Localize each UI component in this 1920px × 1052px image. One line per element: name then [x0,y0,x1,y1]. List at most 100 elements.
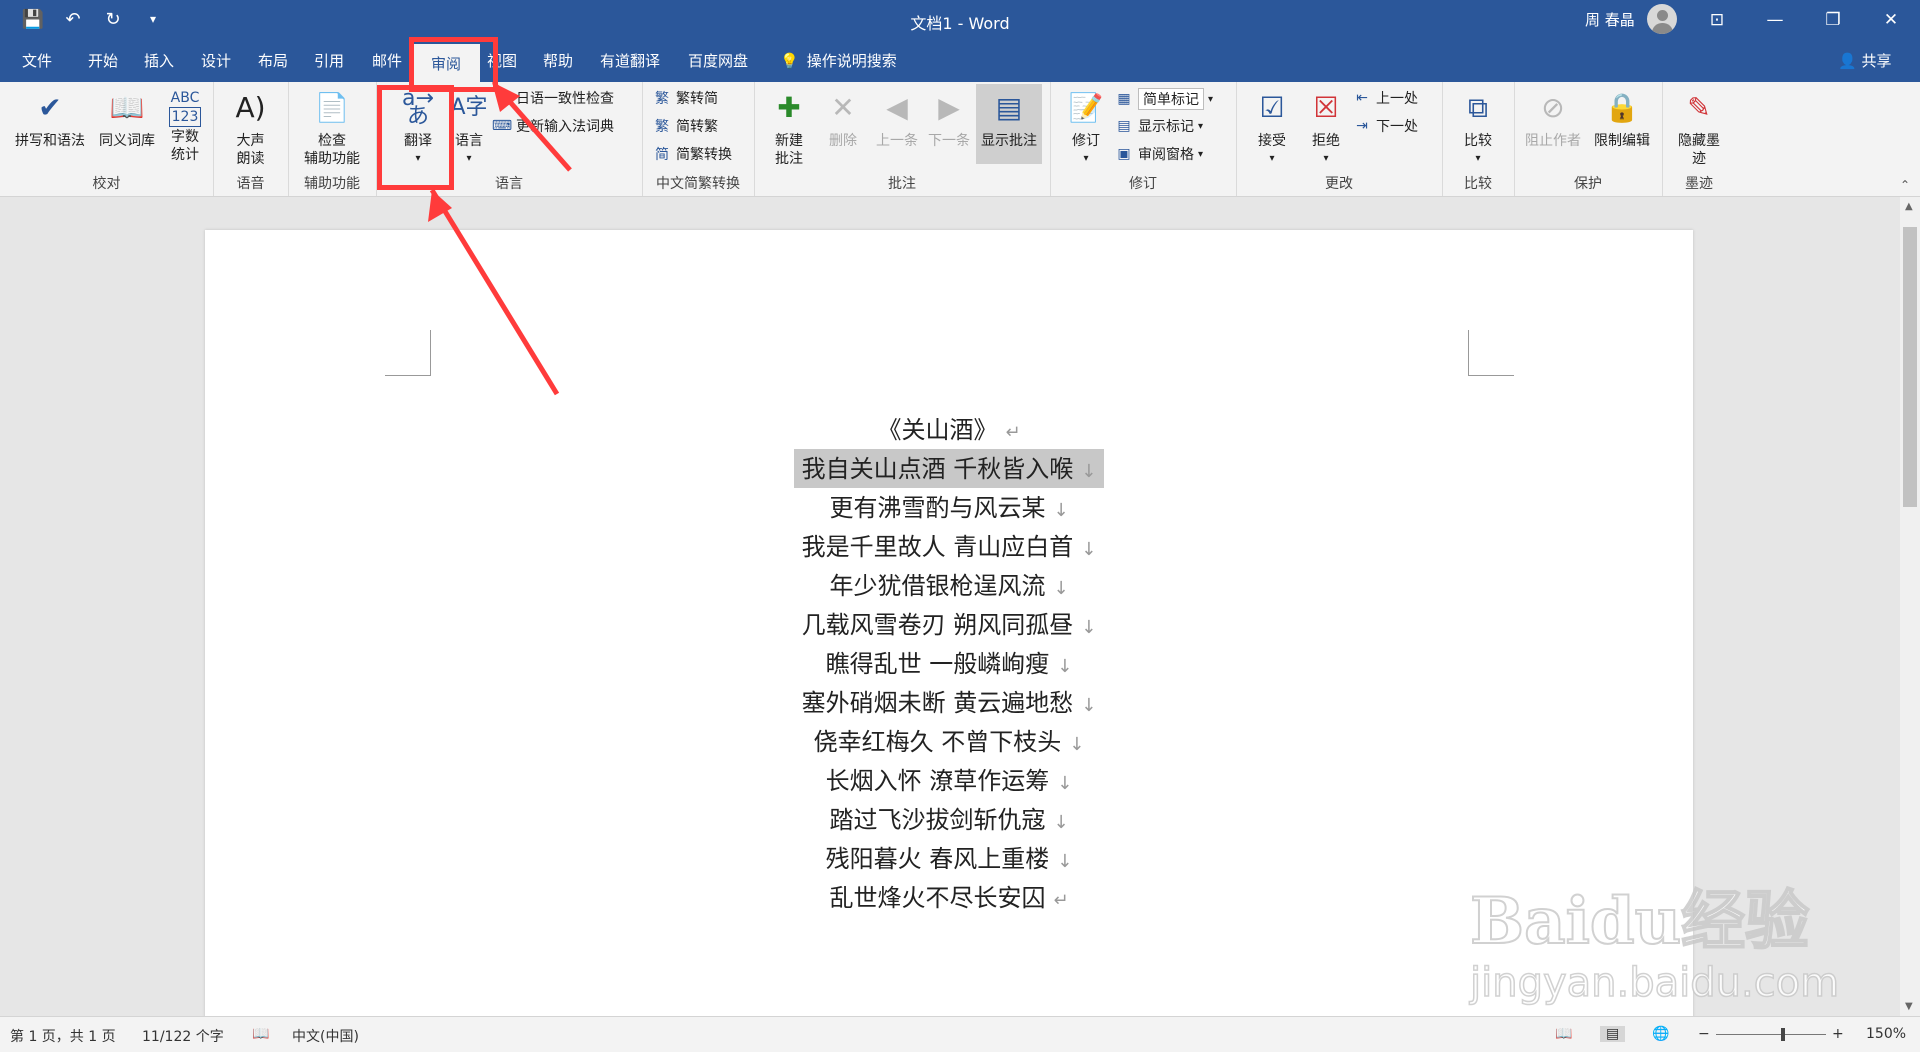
line-text: 更有沸雪酌与风云某 [829,494,1046,522]
print-layout-icon[interactable]: ▤ [1600,1026,1626,1042]
read-mode-icon[interactable]: 📖 [1555,1026,1572,1042]
ribbon-tabs: 文件 开始 插入 设计 布局 引用 邮件 审阅 视图 帮助 有道翻译 百度网盘 … [0,40,1920,82]
poem-line[interactable]: 长烟入怀 潦草作运筹 ↓ [205,761,1693,800]
line-break-mark: ↓ [1081,461,1097,482]
conversion-button[interactable]: 简 简繁转换 [652,144,732,164]
consistency-label: 日语一致性检查 [516,91,614,107]
next-label: 下一条 [928,133,970,149]
next-change-label: 下一处 [1376,119,1418,135]
new-comment-button[interactable]: ✚ 新建 批注 [764,88,814,168]
reviewing-pane-button[interactable]: ▣ 审阅窗格 ▾ [1114,144,1203,164]
poem-line[interactable]: 侥幸红梅久 不曾下枝头 ↓ [205,722,1693,761]
collapse-ribbon-icon[interactable]: ⌃ [1900,178,1910,192]
proofing-status-icon[interactable]: 📖 [252,1026,269,1042]
word-count-button[interactable]: ABC 123 字数 统计 [162,88,208,164]
hide-ink-button[interactable]: ✎ 隐藏墨 迹 [1668,88,1730,168]
poem-line[interactable]: 我自关山点酒 千秋皆入喉 ↓ [205,449,1693,488]
zoom-out-icon[interactable]: − [1698,1026,1710,1042]
tab-insert[interactable]: 插入 [144,50,174,71]
trad-to-simp-button[interactable]: 繁 繁转简 [652,88,718,108]
markup-select[interactable]: ▦ 简单标记 ▾ [1114,88,1213,110]
tab-layout[interactable]: 布局 [258,50,288,71]
tab-design[interactable]: 设计 [201,50,231,71]
previous-comment-button[interactable]: ◀ 上一条 [872,88,922,150]
block-authors-button[interactable]: ⊘ 阻止作者 [1520,88,1586,150]
thesaurus-button[interactable]: 📖 同义词库 [92,88,162,150]
avatar[interactable] [1647,4,1677,34]
zoom-level[interactable]: 150% [1866,1026,1906,1042]
window-controls: ⊡ — ❐ ✕ [1688,0,1920,40]
line-text: 塞外硝烟未断 黄云遍地愁 [801,689,1074,717]
delete-comment-icon: ✕ [831,91,855,124]
user-name[interactable]: 周 春晶 [1585,9,1635,30]
show-markup-button[interactable]: ▤ 显示标记 ▾ [1114,116,1203,136]
poem-line[interactable]: 塞外硝烟未断 黄云遍地愁 ↓ [205,683,1693,722]
zoom-slider[interactable] [1716,1028,1826,1041]
abc-123-icon: ABC 123 [165,88,205,128]
scroll-down-icon[interactable]: ▼ [1905,1001,1913,1012]
poem-line[interactable]: 瞧得乱世 一般嶙峋瘦 ↓ [205,644,1693,683]
previous-change-button[interactable]: ⇤ 上一处 [1352,88,1418,108]
update-ime-button[interactable]: ⌨ 更新输入法词典 [492,116,614,136]
compare-button[interactable]: ⧉ 比较 ▾ [1456,88,1500,168]
line-text: 乱世烽火不尽长安囚 [829,884,1046,912]
tab-mailings[interactable]: 邮件 [372,50,402,71]
next-comment-icon: ▶ [938,91,960,124]
tell-me-search[interactable]: 💡 操作说明搜索 [780,50,897,71]
line-break-mark: ↓ [1053,500,1069,521]
reviewing-pane-dropdown-icon: ▾ [1198,148,1204,160]
restore-icon[interactable]: ❐ [1804,0,1862,40]
group-label-compare: 比较 [1464,176,1492,192]
poem-body: 《关山酒》 ↵ 我自关山点酒 千秋皆入喉 ↓ 更有沸雪酌与风云某 ↓ 我是千里故人 青… [205,410,1693,917]
restrict-editing-button[interactable]: 🔒 限制编辑 [1588,88,1656,150]
next-change-button[interactable]: ⇥ 下一处 [1352,116,1418,136]
zoom-slider-thumb[interactable] [1781,1028,1785,1041]
tab-youdao[interactable]: 有道翻译 [600,50,660,71]
poem-line[interactable]: 几载风雪卷刃 朔风同孤昼 ↓ [205,605,1693,644]
read-aloud-button[interactable]: A) 大声 朗读 [223,88,278,168]
delete-comment-button[interactable]: ✕ 删除 [818,88,868,150]
poem-line[interactable]: 我是千里故人 青山应白首 ↓ [205,527,1693,566]
markup-value: 简单标记 [1138,88,1204,110]
share-button[interactable]: 👤 共享 [1838,50,1891,71]
reviewing-pane-icon: ▣ [1117,146,1131,162]
next-comment-button[interactable]: ▶ 下一条 [924,88,974,150]
page-count[interactable]: 第 1 页，共 1 页 [10,1026,116,1046]
scroll-thumb[interactable] [1903,227,1917,507]
poem-line[interactable]: 更有沸雪酌与风云某 ↓ [205,488,1693,527]
accept-button[interactable]: ☑ 接受 ▾ [1252,88,1292,168]
tab-references[interactable]: 引用 [314,50,344,71]
poem-line[interactable]: 踏过飞沙拔剑斩仇寇 ↓ [205,800,1693,839]
track-changes-button[interactable]: 📝 修订 ▾ [1066,88,1106,168]
check-accessibility-button[interactable]: 📄 检查 辅助功能 [292,88,372,168]
show-comments-button[interactable]: ▤ 显示批注 [976,84,1042,164]
group-tracking: 📝 修订 ▾ ▦ 简单标记 ▾ ▤ 显示标记 ▾ ▣ 审阅窗格 ▾ 修订 [1050,82,1237,196]
language-status[interactable]: 中文(中国) [292,1026,359,1046]
japanese-consistency-button[interactable]: ✓ 日语一致性检查 [492,88,614,108]
ribbon-display-icon[interactable]: ⊡ [1688,0,1746,40]
minimize-icon[interactable]: — [1746,0,1804,40]
conversion-icon: 简 [655,147,669,163]
zoom-in-icon[interactable]: + [1832,1026,1844,1042]
spelling-grammar-button[interactable]: ✔ 拼写和语法 [10,88,90,150]
tab-home[interactable]: 开始 [88,50,118,71]
poem-title[interactable]: 《关山酒》 ↵ [205,410,1693,449]
word-count[interactable]: 11/122 个字 [142,1026,224,1046]
word-count-label-2: 统计 [171,147,199,163]
web-layout-icon[interactable]: 🌐 [1652,1026,1669,1042]
scroll-up-icon[interactable]: ▲ [1905,201,1913,212]
tab-help[interactable]: 帮助 [543,50,573,71]
ime-dictionary-icon: ⌨ [491,118,513,134]
poem-line[interactable]: 年少犹借银枪逞风流 ↓ [205,566,1693,605]
tab-file[interactable]: 文件 [22,50,52,71]
simp-to-trad-button[interactable]: 繁 简转繁 [652,116,718,136]
vertical-scrollbar[interactable]: ▲ ▼ [1900,197,1920,1016]
tab-baidu-pan[interactable]: 百度网盘 [688,50,748,71]
check-label-1: 检查 [318,133,346,149]
close-icon[interactable]: ✕ [1862,0,1920,40]
previous-change-icon: ⇤ [1356,90,1368,106]
track-label: 修订 [1072,133,1100,149]
accessibility-check-icon: 📄 [314,91,350,124]
reject-button[interactable]: ☒ 拒绝 ▾ [1306,88,1346,168]
person-icon: 👤 [1838,52,1857,70]
